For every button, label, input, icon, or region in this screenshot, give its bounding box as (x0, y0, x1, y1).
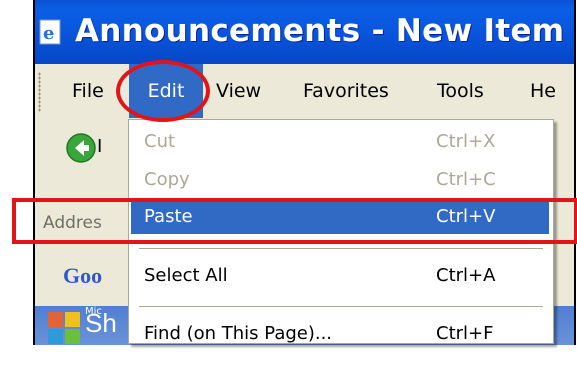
back-button-label: I (97, 136, 103, 157)
menu-item-label: Select All (144, 265, 228, 286)
menu-item-label: Find (on This Page)... (144, 323, 333, 344)
menu-item-label: Cut (144, 131, 176, 152)
ie-page-icon: e (39, 19, 61, 45)
menu-item-shortcut: Ctrl+C (436, 169, 496, 190)
menu-help[interactable]: He (530, 64, 556, 118)
window-title: Announcements - New Item (75, 13, 565, 49)
annotation-circle-edit (116, 60, 210, 122)
title-bar[interactable]: e Announcements - New Item (35, 0, 574, 64)
menu-item-copy[interactable]: Copy Ctrl+C (131, 163, 549, 197)
google-logo[interactable]: Goo (63, 263, 102, 289)
menu-file[interactable]: File (72, 64, 104, 118)
back-arrow-icon[interactable] (65, 132, 97, 164)
menu-item-shortcut: Ctrl+F (436, 323, 494, 344)
google-logo-text: Goo (63, 263, 103, 288)
menu-separator (139, 306, 543, 307)
menu-favorites[interactable]: Favorites (303, 64, 389, 118)
menu-view[interactable]: View (216, 64, 261, 118)
svg-text:e: e (43, 23, 54, 44)
menu-tools[interactable]: Tools (437, 64, 484, 118)
menu-item-find[interactable]: Find (on This Page)... Ctrl+F (131, 317, 549, 351)
sharepoint-logo-icon (48, 312, 80, 344)
menu-item-label: Copy (144, 169, 190, 190)
menu-item-shortcut: Ctrl+A (436, 265, 496, 286)
menu-item-shortcut: Ctrl+X (436, 131, 496, 152)
annotation-box-paste (12, 198, 577, 244)
sharepoint-title: Sh (85, 308, 117, 338)
menu-item-select-all[interactable]: Select All Ctrl+A (131, 259, 549, 293)
menubar-grip[interactable] (38, 72, 41, 112)
menu-separator (139, 248, 543, 249)
menu-item-cut[interactable]: Cut Ctrl+X (131, 125, 549, 159)
